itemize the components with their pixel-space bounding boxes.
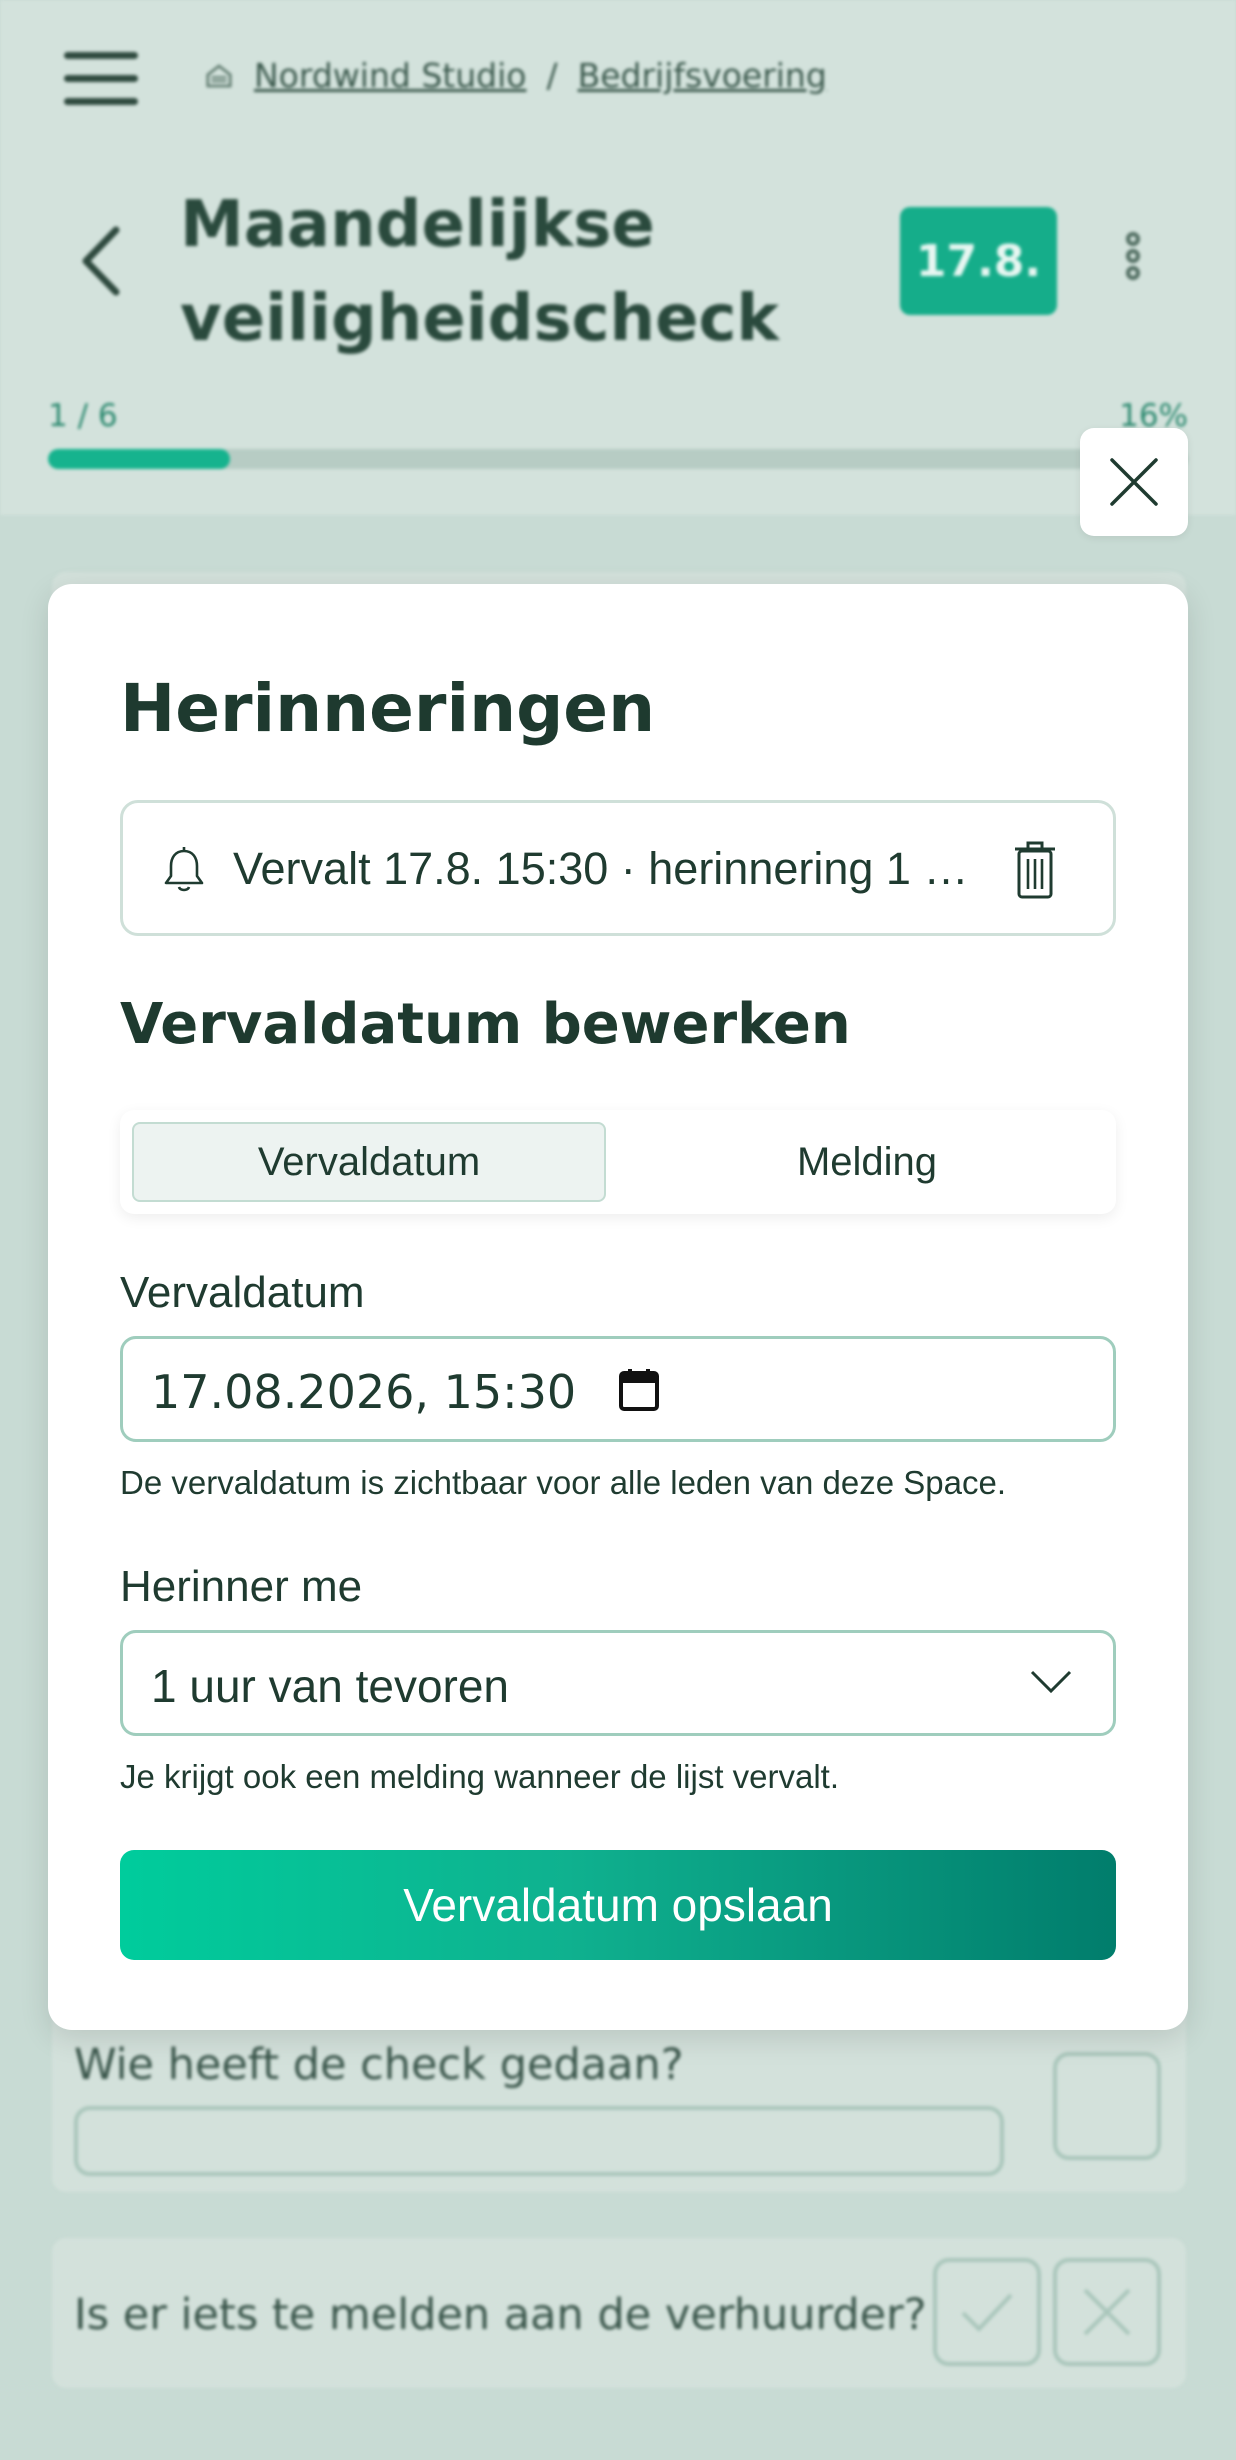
section-title: Vervaldatum bewerken <box>120 992 851 1057</box>
question-label: Wie heeft de check gedaan? <box>74 2040 684 2090</box>
remind-label: Herinner me <box>120 1562 363 1611</box>
tab-vervaldatum[interactable]: Vervaldatum <box>132 1122 606 1202</box>
progress-fill <box>48 449 231 469</box>
close-icon <box>1110 458 1158 506</box>
bell-icon <box>164 847 204 892</box>
menu-icon[interactable] <box>64 52 140 106</box>
reminder-text: Vervalt 17.8. 15:30 · herinnering 1 uur … <box>233 843 973 894</box>
remind-value: 1 uur van tevoren <box>151 1660 510 1712</box>
more-vertical-icon[interactable] <box>1120 232 1146 292</box>
calendar-icon[interactable] <box>619 1367 659 1411</box>
breadcrumb: Nordwind Studio / Bedrijfsvoering <box>204 56 827 95</box>
tab-melding[interactable]: Melding <box>630 1122 1104 1202</box>
due-date-value: 17.08.2026, 15:30 <box>151 1365 577 1419</box>
yes-button[interactable] <box>933 2258 1041 2366</box>
page-title: Maandelijkse veiligheidscheck <box>180 188 779 356</box>
check-icon <box>961 2293 1013 2332</box>
answer-input[interactable] <box>74 2106 1004 2176</box>
breadcrumb-link-studio[interactable]: Nordwind Studio <box>254 56 526 95</box>
breadcrumb-separator: / <box>546 56 558 95</box>
breadcrumb-link-bedrijfsvoering[interactable]: Bedrijfsvoering <box>578 56 827 95</box>
reminders-dialog: Herinneringen Vervalt 17.8. 15:30 · heri… <box>48 584 1188 2030</box>
x-icon <box>1083 2288 1131 2336</box>
remind-select[interactable]: 1 uur van tevoren <box>120 1630 1116 1736</box>
remind-hint: Je krijgt ook een melding wanneer de lij… <box>120 1758 840 1795</box>
due-date-input[interactable]: 17.08.2026, 15:30 <box>120 1336 1116 1442</box>
answer-checkbox[interactable] <box>1053 2052 1161 2160</box>
progress-bar <box>48 449 1188 469</box>
chevron-down-icon <box>1030 1670 1072 1694</box>
save-due-date-button[interactable]: Vervaldatum opslaan <box>120 1850 1116 1960</box>
dialog-title: Herinneringen <box>120 670 656 747</box>
home-icon <box>206 63 232 87</box>
due-date-chip[interactable]: 17.8. <box>900 207 1057 315</box>
back-chevron-icon[interactable] <box>76 224 126 298</box>
due-date-label: Vervaldatum <box>120 1268 365 1317</box>
due-date-hint: De vervaldatum is zichtbaar voor alle le… <box>120 1464 1006 1501</box>
close-button[interactable] <box>1080 428 1188 536</box>
reminder-item[interactable]: Vervalt 17.8. 15:30 · herinnering 1 uur … <box>120 800 1116 936</box>
trash-icon[interactable] <box>1011 839 1059 901</box>
segmented-control: Vervaldatum Melding <box>120 1110 1116 1214</box>
progress-count: 1 / 6 <box>48 398 118 434</box>
question-label: Is er iets te melden aan de verhuurder? <box>74 2290 927 2340</box>
no-button[interactable] <box>1053 2258 1161 2366</box>
